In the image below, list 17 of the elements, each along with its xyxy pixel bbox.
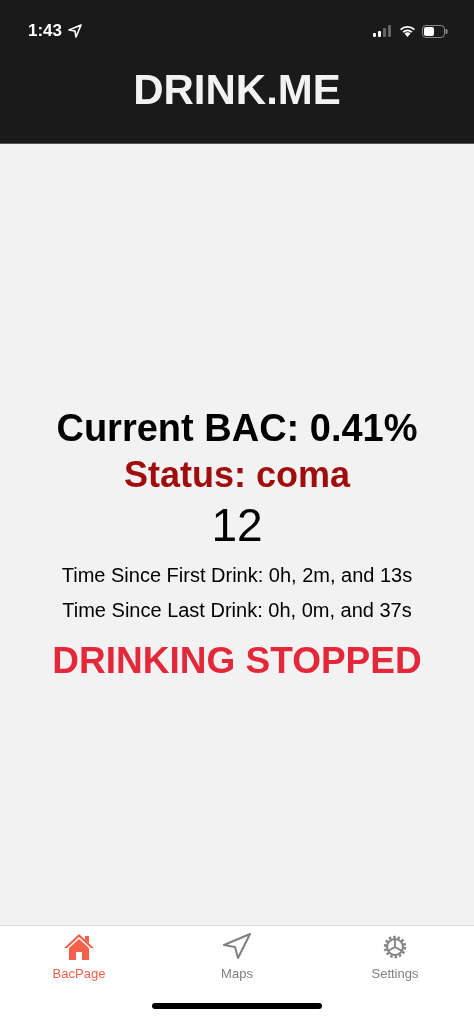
wifi-icon bbox=[399, 25, 416, 37]
drinking-stopped-text: DRINKING STOPPED bbox=[52, 640, 422, 682]
tab[interactable]: Settings bbox=[335, 932, 455, 981]
tab[interactable]: BacPage bbox=[19, 932, 139, 981]
app-title: DRINK.ME bbox=[132, 66, 342, 114]
tab[interactable]: Maps bbox=[177, 932, 297, 981]
status-text: Status: coma bbox=[123, 454, 351, 496]
current-bac: Current BAC: 0.41% bbox=[56, 407, 418, 450]
location-arrow-icon bbox=[68, 24, 83, 38]
status-time: 1:43 bbox=[28, 21, 63, 41]
navigation-arrow-icon bbox=[221, 932, 253, 962]
time-since-last: Time Since Last Drink: 0h, 0m, and 37s bbox=[62, 599, 412, 622]
battery-icon bbox=[422, 24, 448, 38]
signal-icon bbox=[373, 25, 393, 37]
time-since-first: Time Since First Drink: 0h, 2m, and 13s bbox=[61, 564, 413, 587]
house-icon bbox=[63, 932, 95, 962]
drink-count: 12 bbox=[211, 498, 263, 552]
